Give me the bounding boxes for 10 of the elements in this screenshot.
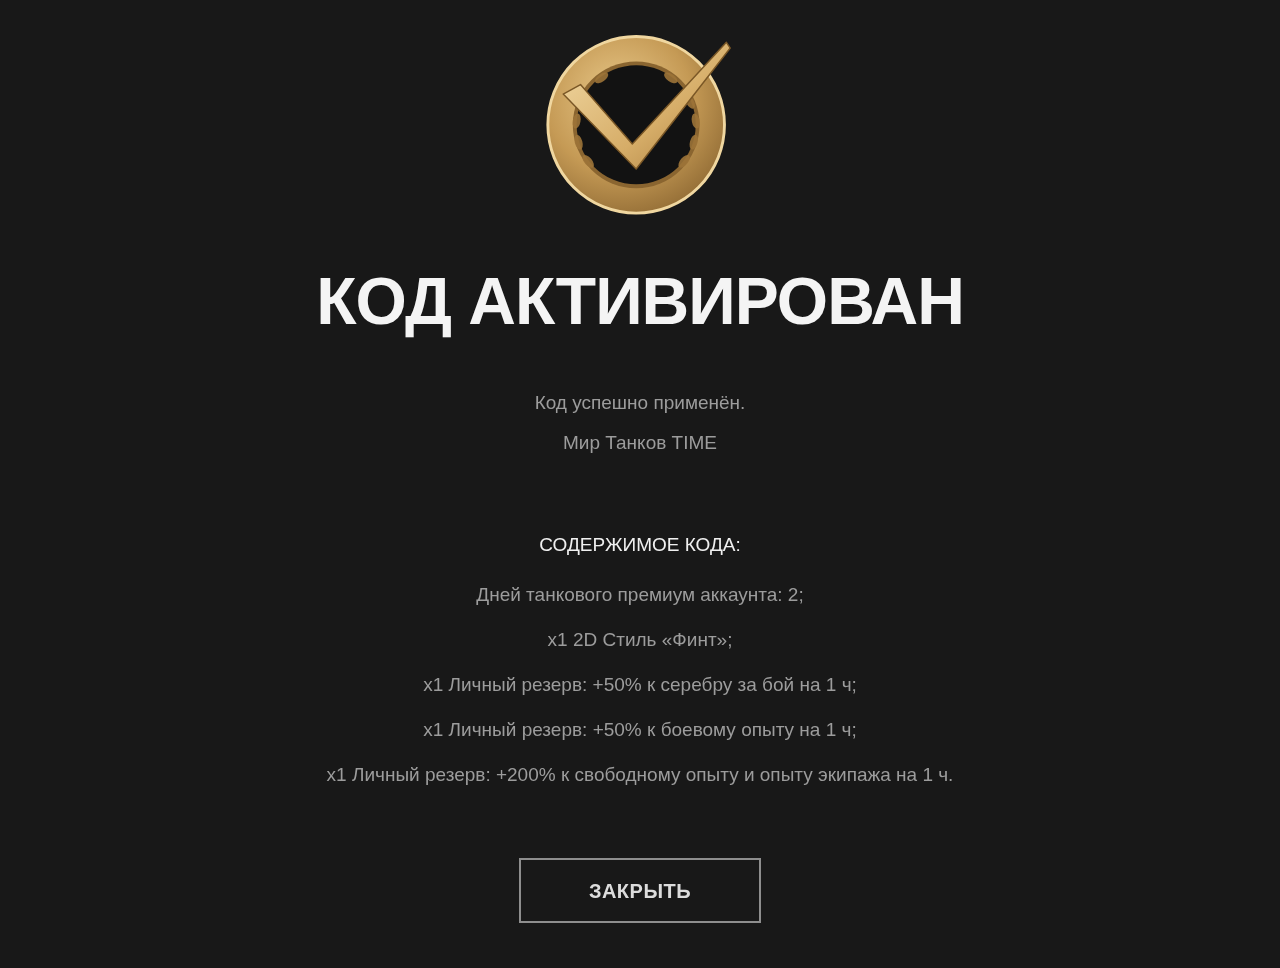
reward-item: x1 2D Стиль «Финт»; (547, 628, 733, 652)
reward-item: x1 Личный резерв: +200% к свободному опыту и опыту экипажа на 1 ч. (326, 763, 954, 787)
status-message: Мир Танков TIME (563, 431, 717, 455)
reward-item: x1 Личный резерв: +50% к серебру за бой на 1 ч; (423, 673, 857, 697)
contents-heading: СОДЕРЖИМОЕ КОДА: (539, 533, 741, 557)
close-button[interactable]: ЗАКРЫТЬ (519, 858, 761, 923)
reward-item: Дней танкового премиум аккаунта: 2; (476, 583, 804, 607)
status-message: Код успешно применён. (534, 391, 746, 415)
page-title: КОД АКТИВИРОВАН (316, 263, 964, 340)
reward-item: x1 Личный резерв: +50% к боевому опыту на 1 ч; (423, 718, 857, 742)
